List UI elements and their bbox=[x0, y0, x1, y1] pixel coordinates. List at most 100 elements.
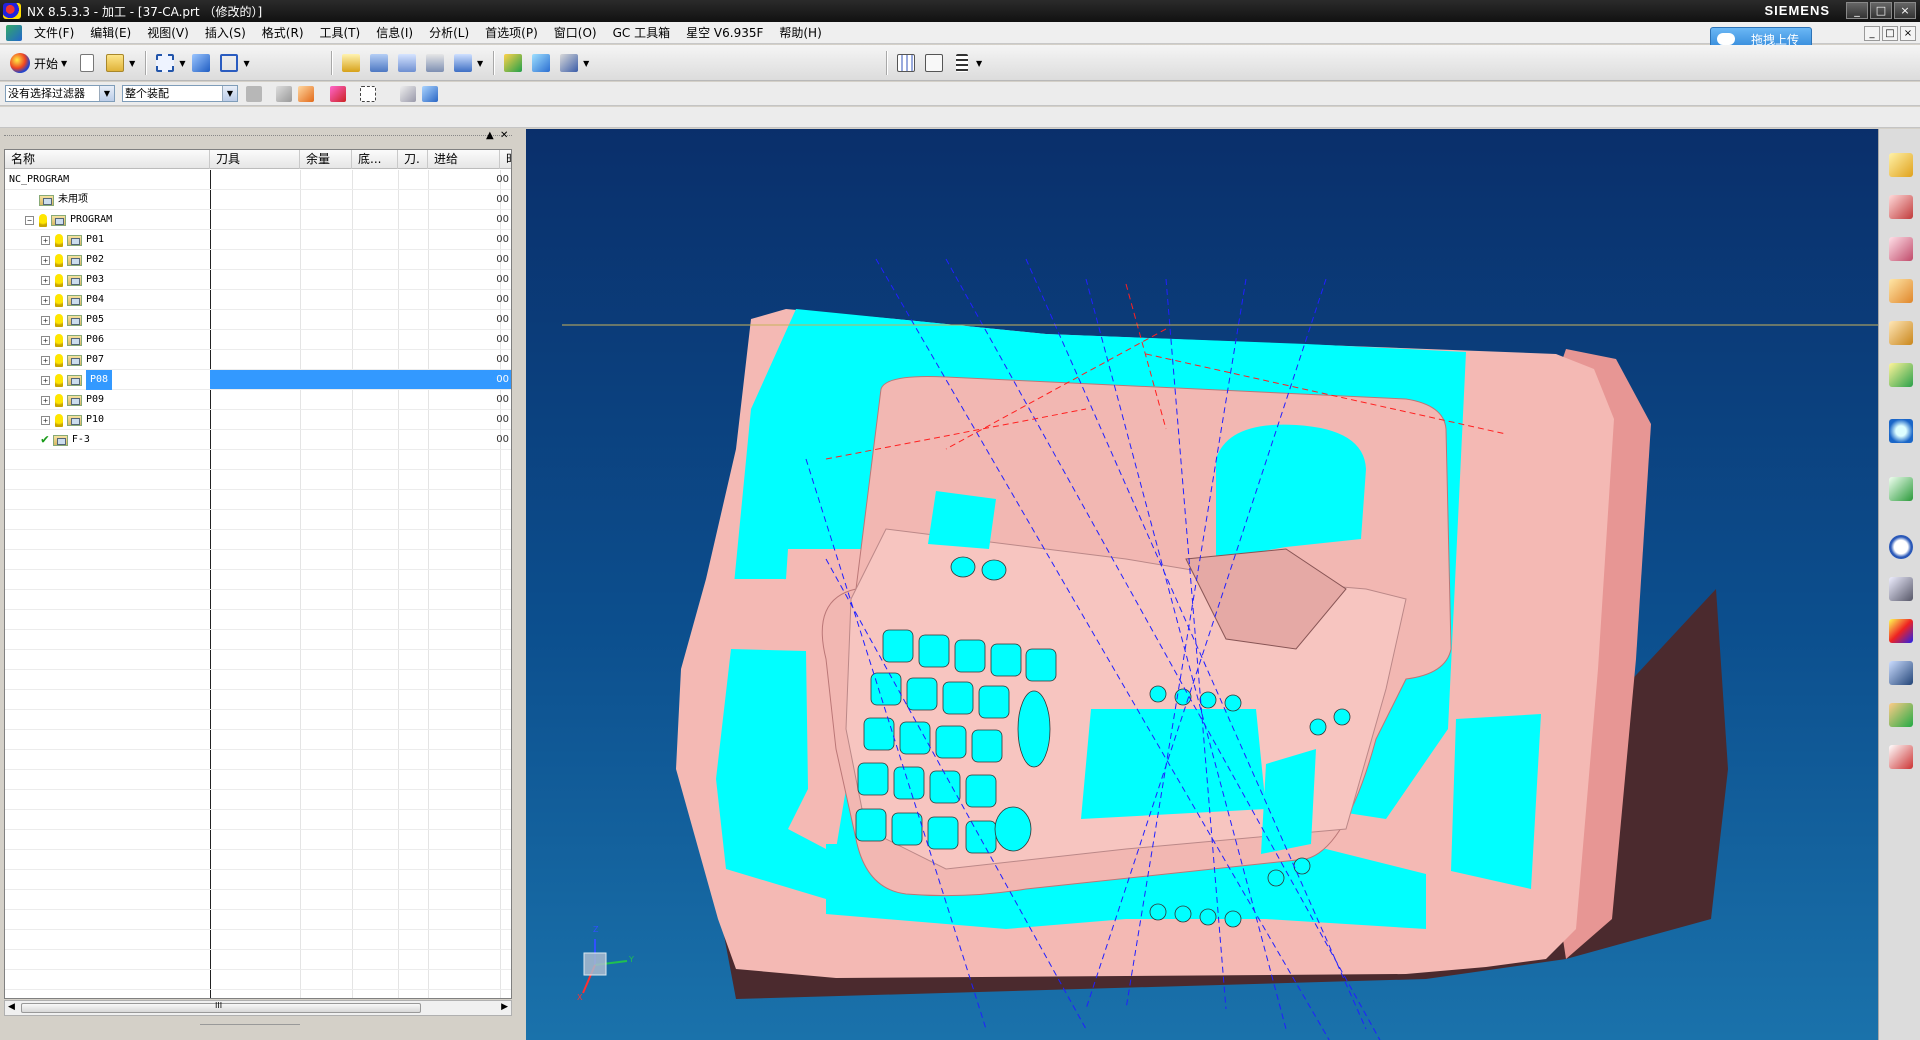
graphics-viewport[interactable]: Z Y X bbox=[526, 129, 1878, 1040]
expand-icon[interactable]: + bbox=[41, 375, 50, 385]
create-operation-button[interactable] bbox=[451, 51, 475, 75]
navigator-row[interactable]: ✔ F-3 00 bbox=[5, 430, 511, 450]
generate-toolpath-button[interactable] bbox=[501, 51, 525, 75]
navigator-row[interactable]: + P05 00 bbox=[5, 310, 511, 330]
assembly-navigator-icon[interactable] bbox=[1889, 153, 1913, 177]
scroll-left-icon[interactable]: ◀ bbox=[8, 1002, 15, 1012]
selection-intent-icon[interactable] bbox=[298, 86, 314, 102]
palette-icon[interactable] bbox=[1889, 363, 1913, 387]
expand-icon[interactable]: + bbox=[41, 235, 50, 245]
machining-button[interactable] bbox=[922, 51, 946, 75]
column-tool-number[interactable]: 刀. bbox=[398, 150, 428, 169]
navigator-row[interactable]: + P02 00 bbox=[5, 250, 511, 270]
expand-icon[interactable]: + bbox=[41, 255, 50, 265]
navigator-row[interactable]: + P09 00 bbox=[5, 390, 511, 410]
column-tool[interactable]: 刀具 bbox=[210, 150, 300, 169]
doc-restore-button[interactable]: □ bbox=[1882, 26, 1898, 41]
menu-tools[interactable]: 工具(T) bbox=[312, 23, 369, 43]
collapse-panel-icon[interactable]: ▲ bbox=[486, 130, 494, 141]
expand-icon[interactable]: + bbox=[41, 275, 50, 285]
column-name[interactable]: 名称 bbox=[5, 150, 210, 169]
hd3d-tools-icon[interactable] bbox=[1889, 321, 1913, 345]
column-time[interactable]: 时 bbox=[500, 150, 511, 169]
expand-icon[interactable]: + bbox=[41, 315, 50, 325]
doc-minimize-button[interactable]: _ bbox=[1864, 26, 1880, 41]
scroll-right-icon[interactable]: ▶ bbox=[501, 1002, 508, 1012]
expand-icon[interactable]: + bbox=[41, 335, 50, 345]
new-file-button[interactable] bbox=[75, 51, 99, 75]
menu-preferences[interactable]: 首选项(P) bbox=[477, 23, 546, 43]
part-navigator-icon[interactable] bbox=[1889, 237, 1913, 261]
collapse-icon[interactable]: − bbox=[25, 215, 34, 225]
maximize-button[interactable]: □ bbox=[1870, 2, 1892, 19]
chevron-down-icon[interactable]: ▼ bbox=[243, 59, 249, 68]
create-tool-button[interactable] bbox=[367, 51, 391, 75]
expand-icon[interactable]: + bbox=[41, 395, 50, 405]
verify-toolpath-button[interactable] bbox=[529, 51, 553, 75]
chevron-down-icon[interactable]: ▼ bbox=[179, 59, 185, 68]
chevron-down-icon[interactable]: ▼ bbox=[583, 59, 589, 68]
system-scenes-icon[interactable] bbox=[1889, 703, 1913, 727]
rectangle-select-icon[interactable] bbox=[360, 86, 376, 102]
navigator-row[interactable]: + P10 00 bbox=[5, 410, 511, 430]
transparent-button[interactable] bbox=[894, 51, 918, 75]
navigator-row[interactable]: + P03 00 bbox=[5, 270, 511, 290]
column-floor[interactable]: 底... bbox=[352, 150, 398, 169]
documents-icon[interactable] bbox=[1889, 745, 1913, 769]
navigator-horizontal-scrollbar[interactable]: ◀ III ▶ bbox=[4, 1000, 512, 1016]
menu-edit[interactable]: 编辑(E) bbox=[82, 23, 139, 43]
close-panel-icon[interactable]: ✕ bbox=[500, 130, 508, 141]
show-hide-icon[interactable] bbox=[400, 86, 416, 102]
process-studio-icon[interactable] bbox=[1889, 577, 1913, 601]
menu-file[interactable]: 文件(F) bbox=[26, 23, 82, 43]
menu-insert[interactable]: 插入(S) bbox=[197, 23, 254, 43]
expand-icon[interactable]: + bbox=[41, 415, 50, 425]
panel-resize-handle[interactable] bbox=[200, 1024, 300, 1028]
chevron-down-icon[interactable]: ▼ bbox=[129, 59, 135, 68]
create-method-button[interactable] bbox=[423, 51, 447, 75]
knowledge-fusion-icon[interactable] bbox=[1889, 619, 1913, 643]
constraint-navigator-icon[interactable] bbox=[1889, 195, 1913, 219]
navigator-row[interactable]: + P06 00 bbox=[5, 330, 511, 350]
history-icon[interactable] bbox=[1889, 477, 1913, 501]
snap-point-icon[interactable] bbox=[276, 86, 292, 102]
navigator-row[interactable]: + P08 00 bbox=[5, 370, 511, 390]
column-feed[interactable]: 进给 bbox=[428, 150, 500, 169]
shaded-view-button[interactable] bbox=[189, 51, 213, 75]
chevron-down-icon[interactable]: ▼ bbox=[976, 59, 982, 68]
menu-analysis[interactable]: 分析(L) bbox=[421, 23, 477, 43]
navigator-row[interactable]: 未用项 00 bbox=[5, 190, 511, 210]
fit-view-button[interactable] bbox=[153, 51, 177, 75]
doc-close-button[interactable]: × bbox=[1900, 26, 1916, 41]
web-browser-icon[interactable] bbox=[1889, 419, 1913, 443]
system-materials-icon[interactable] bbox=[1889, 535, 1913, 559]
close-button[interactable]: × bbox=[1894, 2, 1916, 19]
menu-information[interactable]: 信息(I) bbox=[368, 23, 421, 43]
navigator-row[interactable]: + P04 00 bbox=[5, 290, 511, 310]
navigator-row[interactable]: + P07 00 bbox=[5, 350, 511, 370]
column-stock[interactable]: 余量 bbox=[300, 150, 352, 169]
deselect-all-icon[interactable] bbox=[330, 86, 346, 102]
roles-icon[interactable] bbox=[1889, 661, 1913, 685]
expand-icon[interactable]: + bbox=[41, 295, 50, 305]
menu-help[interactable]: 帮助(H) bbox=[771, 23, 829, 43]
navigator-row[interactable]: − PROGRAM 00 bbox=[5, 210, 511, 230]
type-filter-combo[interactable]: 没有选择过滤器 ▼ bbox=[5, 85, 115, 102]
wireframe-view-button[interactable] bbox=[217, 51, 241, 75]
navigator-row[interactable]: + P01 00 bbox=[5, 230, 511, 250]
navigator-row[interactable]: NC_PROGRAM 00 bbox=[5, 170, 511, 190]
minimize-button[interactable]: _ bbox=[1846, 2, 1868, 19]
reuse-library-icon[interactable] bbox=[1889, 279, 1913, 303]
start-button[interactable]: 开始 ▼ bbox=[6, 51, 75, 75]
menu-window[interactable]: 窗口(O) bbox=[546, 23, 605, 43]
list-button[interactable] bbox=[950, 51, 974, 75]
chevron-down-icon[interactable]: ▼ bbox=[477, 59, 483, 68]
open-button[interactable] bbox=[103, 51, 127, 75]
selection-settings-icon[interactable] bbox=[246, 86, 262, 102]
assembly-scope-combo[interactable]: 整个装配 ▼ bbox=[122, 85, 238, 102]
create-program-button[interactable] bbox=[339, 51, 363, 75]
menu-view[interactable]: 视图(V) bbox=[139, 23, 197, 43]
expand-icon[interactable]: + bbox=[41, 355, 50, 365]
shaded-mode-icon[interactable] bbox=[422, 86, 438, 102]
postprocess-button[interactable] bbox=[557, 51, 581, 75]
